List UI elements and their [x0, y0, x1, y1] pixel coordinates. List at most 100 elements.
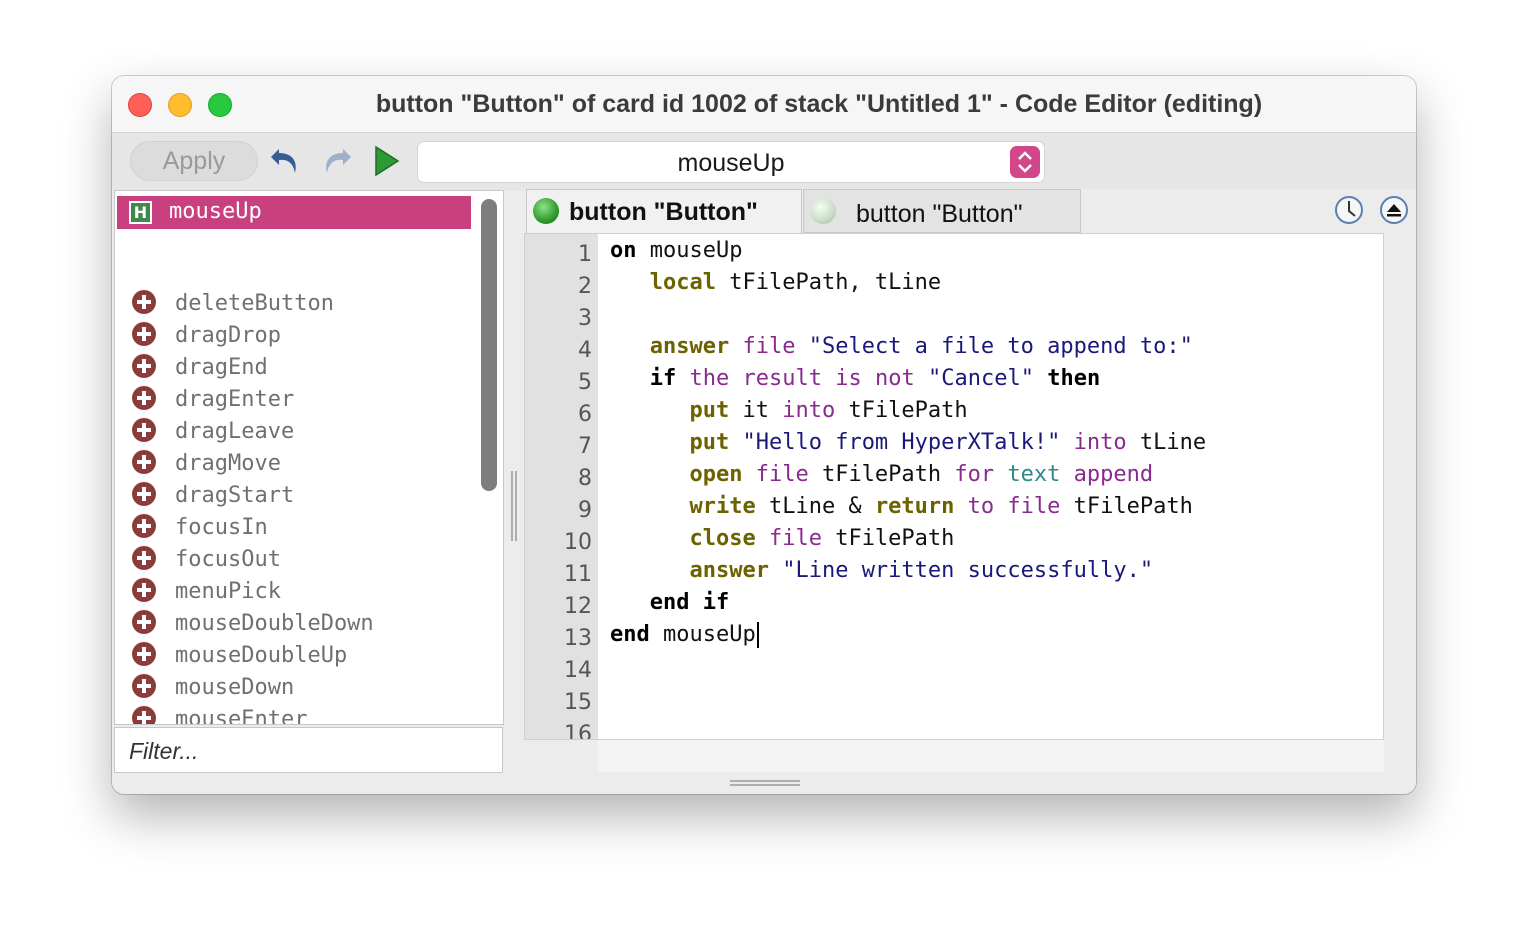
message-list-item[interactable]: focusIn — [115, 513, 475, 545]
minimize-window-button[interactable] — [168, 93, 192, 117]
add-handler-icon[interactable] — [131, 289, 157, 315]
message-list-item[interactable]: dragDrop — [115, 321, 475, 353]
message-list-item[interactable]: dragEnter — [115, 385, 475, 417]
code-editor[interactable]: 1 2 3 4 5 6 7 8 9 10 11 12 13 14 15 16 on mouseUp local… — [524, 233, 1384, 740]
line-number-gutter: 1 2 3 4 5 6 7 8 9 10 11 12 13 14 15 16 — [525, 234, 598, 739]
apply-button[interactable]: Apply — [130, 141, 258, 181]
message-label: focusIn — [175, 515, 268, 540]
close-window-button[interactable] — [128, 93, 152, 117]
message-list-item[interactable]: dragMove — [115, 449, 475, 481]
code-line: if the result is not "Cancel" then — [649, 366, 1101, 391]
code-line: write tLine & return to file tFilePath — [689, 494, 1193, 519]
add-handler-icon[interactable] — [131, 513, 157, 539]
filter-placeholder: Filter... — [129, 738, 199, 764]
list-scrollbar[interactable] — [481, 199, 497, 491]
line-number: 10 — [564, 530, 592, 555]
message-label: menuPick — [175, 579, 281, 604]
code-line: end if — [649, 590, 730, 615]
line-number: 7 — [578, 434, 592, 459]
message-label: focusOut — [175, 547, 281, 572]
message-label: dragEnter — [175, 387, 295, 412]
tab-label: button "Button" — [856, 200, 1023, 228]
line-number: 13 — [564, 626, 592, 651]
status-dot-icon — [533, 198, 559, 224]
code-editor-window: button "Button" of card id 1002 of stack… — [112, 76, 1416, 794]
add-handler-icon[interactable] — [131, 449, 157, 475]
line-number: 15 — [564, 690, 592, 715]
text-caret — [756, 622, 759, 648]
message-list-item[interactable]: dragEnd — [115, 353, 475, 385]
code-line: close file tFilePath — [689, 526, 955, 551]
line-number: 9 — [578, 498, 592, 523]
handler-item-active[interactable]: H mouseUp — [117, 196, 471, 229]
handler-item-label: mouseUp — [169, 199, 262, 224]
message-list-item[interactable]: menuPick — [115, 577, 475, 609]
filter-input[interactable]: Filter... — [114, 727, 503, 773]
line-number: 6 — [578, 402, 592, 427]
code-line: answer "Line written successfully." — [689, 558, 1154, 583]
handler-select-value: mouseUp — [677, 149, 785, 177]
add-handler-icon[interactable] — [131, 353, 157, 379]
tab-button-script-active[interactable]: button "Button" — [526, 189, 802, 233]
message-list-item[interactable]: mouseDoubleDown — [115, 609, 475, 641]
add-handler-icon[interactable] — [131, 545, 157, 571]
add-handler-icon[interactable] — [131, 673, 157, 699]
editor-status-strip — [598, 740, 1384, 772]
line-number: 4 — [578, 338, 592, 363]
message-label: dragMove — [175, 451, 281, 476]
message-label: mouseEnter — [175, 707, 308, 725]
add-handler-icon[interactable] — [131, 417, 157, 443]
add-handler-icon[interactable] — [131, 609, 157, 635]
line-number: 12 — [564, 594, 592, 619]
history-clock-icon[interactable] — [1334, 195, 1364, 225]
message-label: deleteButton — [175, 291, 334, 316]
message-label: mouseDoubleUp — [175, 643, 348, 668]
horizontal-splitter-handle[interactable] — [730, 777, 800, 789]
add-handler-icon[interactable] — [131, 577, 157, 603]
tab-button-script-inactive[interactable]: button "Button" — [803, 189, 1081, 233]
vertical-splitter-handle[interactable] — [509, 471, 519, 541]
message-label: mouseDown — [175, 675, 295, 700]
message-list-item[interactable]: dragStart — [115, 481, 475, 513]
line-number: 8 — [578, 466, 592, 491]
window-title: button "Button" of card id 1002 of stack… — [375, 90, 1263, 118]
handler-select[interactable]: mouseUp — [417, 141, 1045, 183]
line-number: 5 — [578, 370, 592, 395]
collapse-up-icon[interactable] — [1379, 195, 1409, 225]
message-label: dragLeave — [175, 419, 295, 444]
zoom-window-button[interactable] — [208, 93, 232, 117]
code-line: on mouseUp — [610, 238, 743, 263]
add-handler-icon[interactable] — [131, 481, 157, 507]
add-handler-icon[interactable] — [131, 321, 157, 347]
add-handler-icon[interactable] — [131, 641, 157, 667]
status-dot-icon — [810, 198, 836, 224]
message-list-item[interactable]: dragLeave — [115, 417, 475, 449]
line-number: 11 — [564, 562, 592, 587]
message-list-item[interactable]: mouseDown — [115, 673, 475, 705]
run-icon[interactable] — [368, 143, 404, 179]
message-label: dragDrop — [175, 323, 281, 348]
toolbar: Apply mouseUp — [112, 133, 1416, 191]
message-label: dragEnd — [175, 355, 268, 380]
line-number: 2 — [578, 274, 592, 299]
code-line: put "Hello from HyperXTalk!" into tLine — [689, 430, 1207, 455]
select-stepper-icon[interactable] — [1010, 146, 1040, 178]
redo-icon[interactable] — [318, 143, 354, 179]
line-number: 14 — [564, 658, 592, 683]
line-number: 3 — [578, 306, 592, 331]
message-list-item[interactable]: deleteButton — [115, 289, 475, 321]
message-list-item[interactable]: mouseEnter — [115, 705, 475, 725]
message-label: dragStart — [175, 483, 295, 508]
code-line: put it into tFilePath — [689, 398, 968, 423]
message-list-item[interactable]: mouseDoubleUp — [115, 641, 475, 673]
title-bar[interactable]: button "Button" of card id 1002 of stack… — [112, 76, 1416, 133]
undo-icon[interactable] — [268, 143, 304, 179]
code-line: open file tFilePath for text append — [689, 462, 1154, 487]
tab-label: button "Button" — [569, 198, 758, 226]
message-label: mouseDoubleDown — [175, 611, 374, 636]
code-line: answer file "Select a file to append to:… — [649, 334, 1193, 359]
add-handler-icon[interactable] — [131, 705, 157, 725]
available-messages-list: deleteButton dragDrop dragEnd dragEnter drag… — [115, 289, 475, 725]
message-list-item[interactable]: focusOut — [115, 545, 475, 577]
add-handler-icon[interactable] — [131, 385, 157, 411]
